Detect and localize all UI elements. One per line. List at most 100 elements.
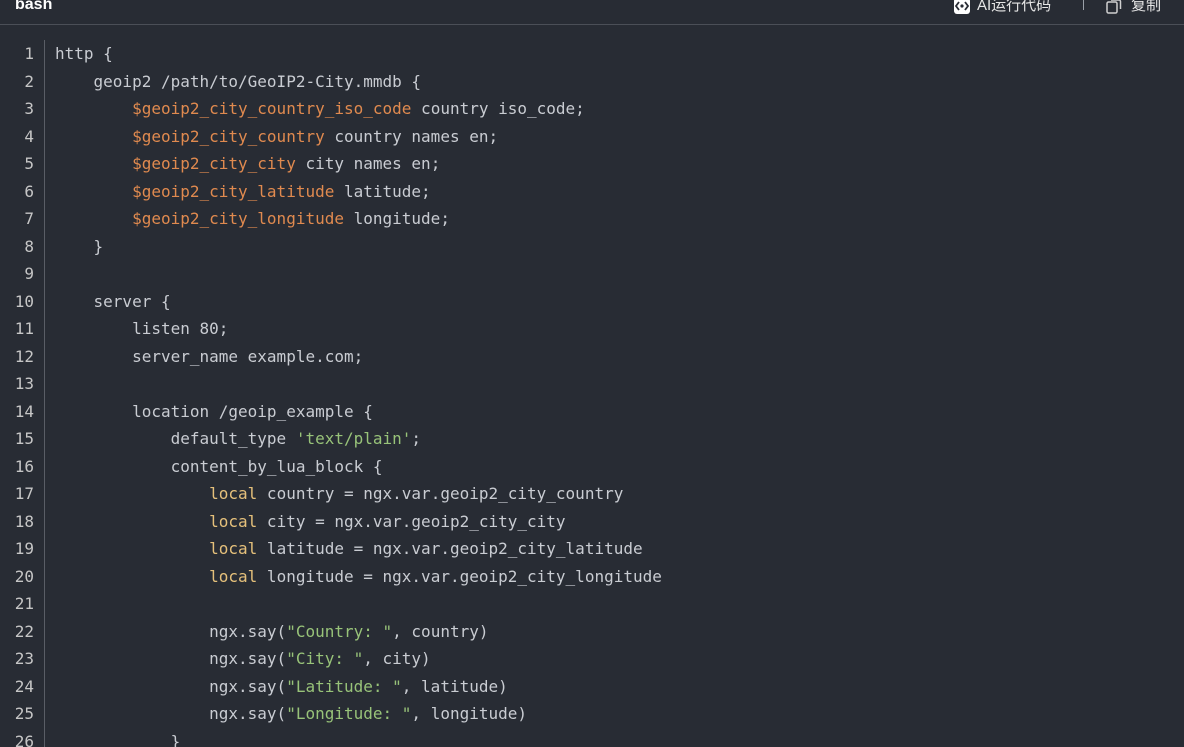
code-string: "City: "	[286, 649, 364, 668]
code-token: country names en;	[324, 126, 499, 146]
line-number: 26	[14, 731, 34, 747]
code-variable: $geoip2_city_city	[132, 154, 296, 173]
code-line: 18 local city = ngx.var.geoip2_city_city	[0, 508, 1184, 536]
code-token: }	[55, 236, 104, 256]
line-number: 10	[14, 291, 34, 311]
copy-icon	[1105, 0, 1123, 15]
code-line: 14 location /geoip_example {	[0, 398, 1184, 426]
code-line: 16 content_by_lua_block {	[0, 453, 1184, 481]
code-text: geoip2 /path/to/GeoIP2-City.mmdb {	[55, 68, 422, 96]
code-token: latitude = ngx.var.geoip2_city_latitude	[257, 539, 643, 558]
code-token: content_by_lua_block {	[55, 456, 383, 476]
code-token: server_name example.com;	[55, 346, 364, 366]
code-token: , city)	[363, 649, 431, 668]
code-line: 26 }	[0, 728, 1184, 747]
line-number: 4	[24, 126, 34, 146]
code-string: "Longitude: "	[286, 704, 412, 723]
line-number: 16	[14, 456, 34, 476]
line-number: 20	[14, 566, 34, 586]
copy-button[interactable]: 复制	[1105, 0, 1161, 17]
code-token: country = ngx.var.geoip2_city_country	[257, 484, 624, 503]
line-number: 22	[14, 621, 34, 641]
code-line: 2 geoip2 /path/to/GeoIP2-City.mmdb {	[0, 68, 1184, 96]
code-text: ngx.say("Latitude: ", latitude)	[55, 673, 508, 701]
line-number: 9	[24, 264, 34, 283]
code-token: server {	[55, 291, 171, 311]
line-number: 2	[24, 71, 34, 91]
code-text: location /geoip_example {	[55, 398, 373, 426]
code-line: 5 $geoip2_city_city city names en;	[0, 150, 1184, 178]
code-line: 11 listen 80;	[0, 315, 1184, 343]
line-number: 7	[24, 209, 34, 228]
line-number: 1	[24, 44, 34, 63]
code-line: 20 local longitude = ngx.var.geoip2_city…	[0, 563, 1184, 591]
code-token: longitude;	[343, 209, 450, 228]
code-line: 1 http {	[0, 40, 1184, 68]
code-text: server_name example.com;	[55, 343, 363, 371]
code-token: , longitude)	[411, 704, 528, 723]
code-keyword: local	[209, 484, 258, 503]
code-token: ;	[411, 429, 422, 448]
line-number: 11	[14, 319, 34, 338]
code-token: http {	[55, 44, 113, 63]
line-number: 3	[24, 99, 34, 118]
code-line: 21	[0, 590, 1184, 618]
code-variable: $geoip2_city_longitude	[132, 209, 344, 228]
code-text: http {	[55, 40, 113, 68]
line-number: 25	[14, 704, 34, 723]
code-token: ngx.say(	[55, 704, 287, 723]
code-text: local longitude = ngx.var.geoip2_city_lo…	[55, 563, 662, 591]
code-line: 19 local latitude = ngx.var.geoip2_city_…	[0, 535, 1184, 563]
code-text: $geoip2_city_latitude latitude;	[55, 178, 431, 206]
code-token: , country)	[392, 621, 489, 641]
code-block[interactable]: 1 http { 2 geoip2 /path/to/GeoIP2-City.mmd…	[0, 40, 1184, 747]
ai-run-icon	[953, 0, 971, 15]
line-number: 24	[14, 676, 34, 696]
line-number: 19	[14, 539, 34, 558]
code-string: 'text/plain'	[295, 429, 412, 448]
code-line: 4 $geoip2_city_country country names en;	[0, 123, 1184, 151]
code-text: $geoip2_city_longitude longitude;	[55, 205, 450, 233]
code-token: country iso_code;	[411, 99, 585, 118]
line-number: 13	[14, 374, 34, 393]
code-line: 7 $geoip2_city_longitude longitude;	[0, 205, 1184, 233]
code-line: 10 server {	[0, 288, 1184, 316]
code-line: 17 local country = ngx.var.geoip2_city_c…	[0, 480, 1184, 508]
copy-label: 复制	[1131, 0, 1162, 14]
code-line: 9	[0, 260, 1184, 288]
code-line: 15 default_type 'text/plain';	[0, 425, 1184, 453]
code-token: default_type	[55, 429, 296, 448]
line-number: 23	[14, 649, 34, 668]
toolbar-divider	[1083, 0, 1084, 10]
code-line: 22 ngx.say("Country: ", country)	[0, 618, 1184, 646]
code-text: listen 80;	[55, 315, 228, 343]
code-token: latitude;	[334, 181, 431, 201]
code-line: 13	[0, 370, 1184, 398]
code-text: local country = ngx.var.geoip2_city_coun…	[55, 480, 623, 508]
code-toolbar: bash AI运行代码 复制	[0, 0, 1184, 25]
code-token: location /geoip_example {	[55, 401, 373, 421]
code-token: geoip2 /path/to/GeoIP2-City.mmdb {	[55, 71, 422, 91]
language-label: bash	[15, 0, 53, 13]
code-token: }	[55, 731, 181, 747]
code-text: local latitude = ngx.var.geoip2_city_lat…	[55, 535, 643, 563]
code-text: content_by_lua_block {	[55, 453, 383, 481]
code-text: $geoip2_city_city city names en;	[55, 150, 440, 178]
code-text: local city = ngx.var.geoip2_city_city	[55, 508, 565, 536]
code-line: 24 ngx.say("Latitude: ", latitude)	[0, 673, 1184, 701]
line-number: 15	[14, 429, 34, 448]
ai-run-button[interactable]: AI运行代码	[953, 0, 1051, 17]
line-number: 8	[24, 236, 34, 256]
code-variable: $geoip2_city_country_iso_code	[132, 99, 412, 118]
code-token: , latitude)	[401, 676, 508, 696]
code-token: ngx.say(	[55, 621, 287, 641]
code-token: city names en;	[295, 154, 441, 173]
